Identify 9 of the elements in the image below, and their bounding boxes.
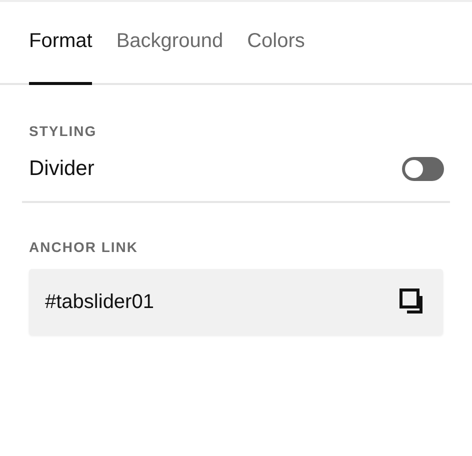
- section-heading: ANCHOR LINK: [29, 239, 139, 255]
- tab[interactable]: Background: [116, 2, 224, 85]
- anchor-link-field[interactable]: #tabslider01: [29, 269, 443, 335]
- section-heading: STYLING: [29, 123, 98, 139]
- tab[interactable]: Format: [29, 2, 92, 85]
- tab[interactable]: Colors: [247, 2, 305, 85]
- divider-toggle[interactable]: [402, 157, 444, 181]
- field-value: #tabslider01: [45, 290, 155, 314]
- toggle-label: Divider: [29, 157, 94, 181]
